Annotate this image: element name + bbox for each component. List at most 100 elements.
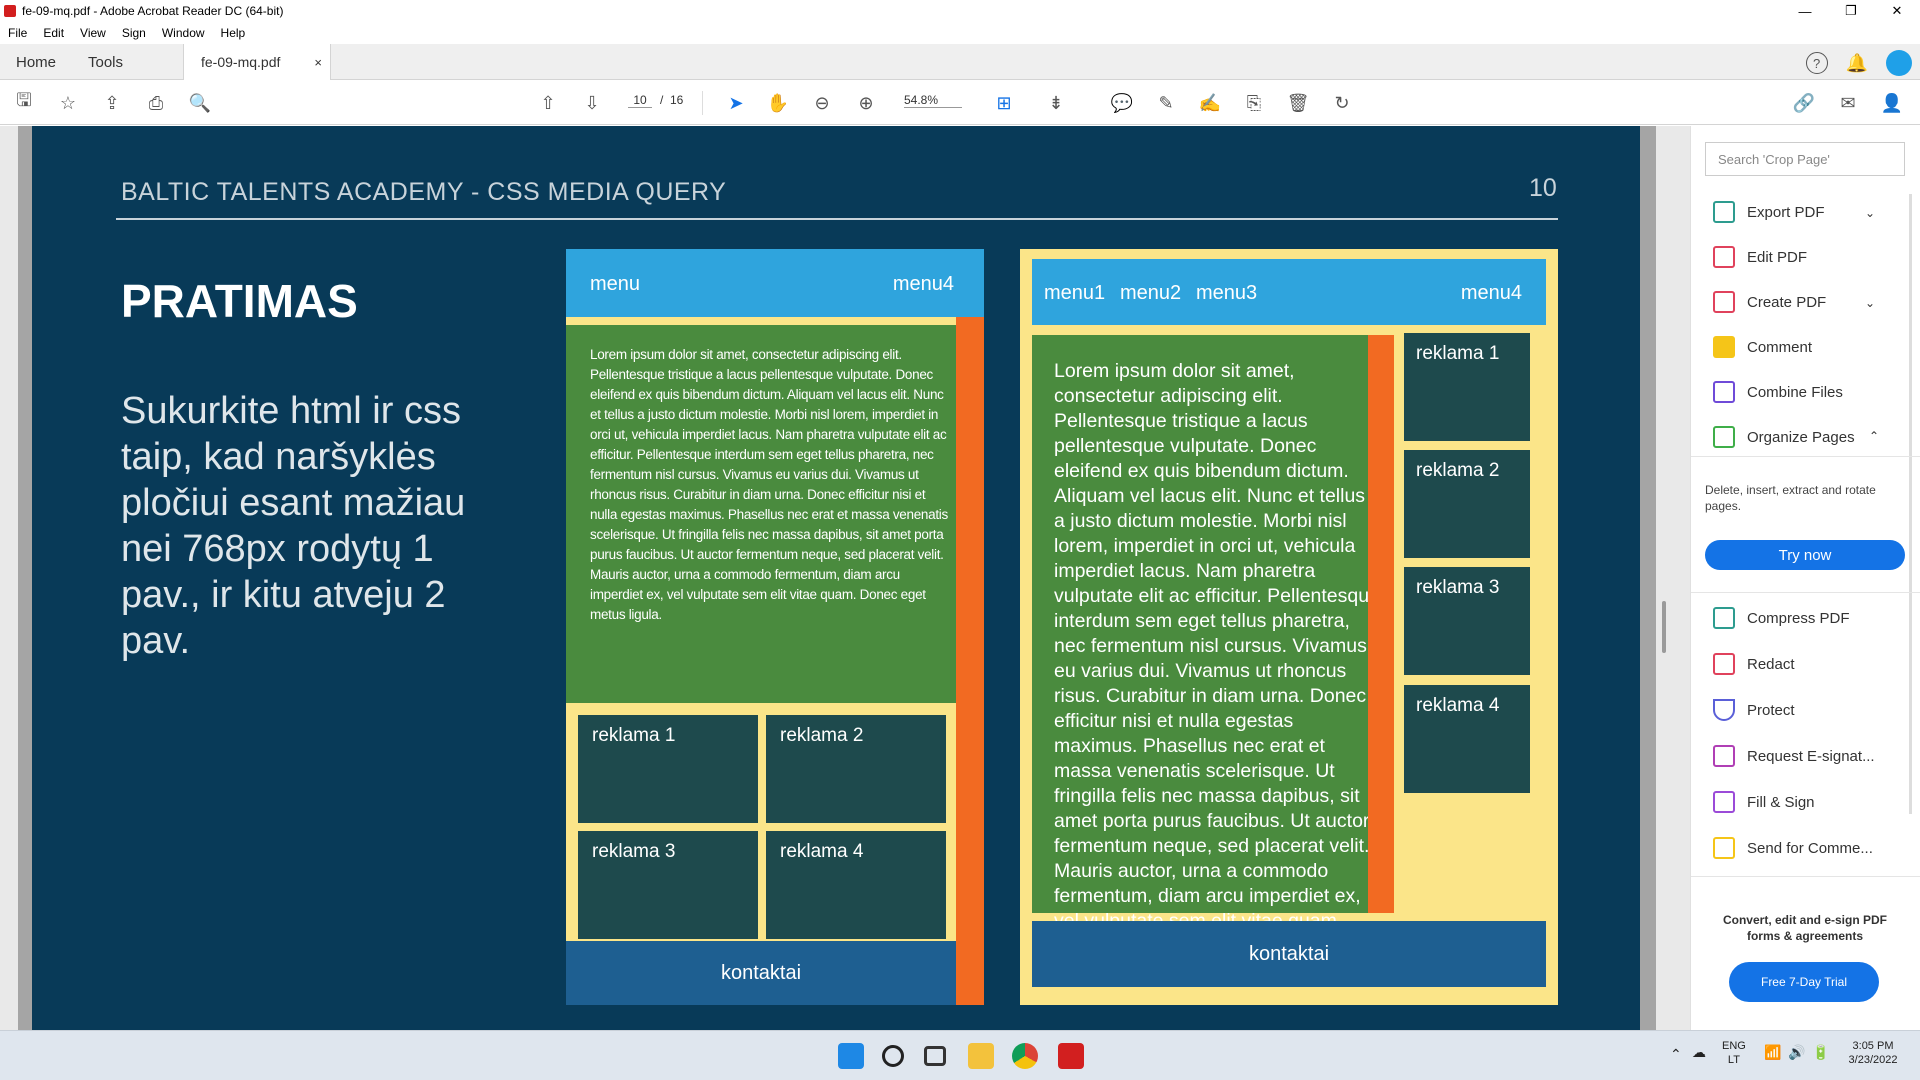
zoom-out-icon[interactable]: ⊖ (808, 89, 836, 117)
menu-view[interactable]: View (72, 26, 114, 40)
window-title: fe-09-mq.pdf - Adobe Acrobat Reader DC (… (22, 4, 284, 18)
highlight-pen-icon[interactable]: ✎ (1152, 89, 1180, 117)
menu-edit[interactable]: Edit (35, 26, 72, 40)
edit-pdf-icon (1713, 246, 1735, 268)
search-icon[interactable] (882, 1045, 904, 1067)
page-up-icon[interactable]: ⇧ (534, 89, 562, 117)
right-panel-toggle[interactable] (1656, 126, 1690, 1030)
tool-create-pdf[interactable]: Create PDF (1713, 288, 1826, 316)
volume-icon[interactable]: 🔊 (1788, 1045, 1805, 1059)
tool-export-pdf[interactable]: Export PDF (1713, 198, 1825, 226)
combine-files-icon (1713, 381, 1735, 403)
clock-date: 3/23/2022 (1848, 1054, 1898, 1066)
print-icon[interactable]: ⎙ (142, 89, 170, 117)
select-cursor-icon[interactable]: ➤ (722, 89, 750, 117)
clock[interactable]: 3:05 PM 3/23/2022 (1840, 1039, 1906, 1067)
fill-sign-icon (1713, 791, 1735, 813)
tool-organize-pages-label: Organize Pages (1747, 428, 1855, 446)
fit-page-icon[interactable]: ⊞ (990, 89, 1018, 117)
scroll-mode-icon[interactable]: ⇟ (1042, 89, 1070, 117)
save-icon[interactable]: 🖫 (10, 89, 38, 117)
try-now-button[interactable]: Try now (1705, 540, 1905, 570)
tool-comment[interactable]: Comment (1713, 333, 1812, 361)
tool-combine-files[interactable]: Combine Files (1713, 378, 1843, 406)
delete-icon[interactable]: 🗑 (1284, 89, 1312, 117)
wifi-icon[interactable]: 📶 (1764, 1045, 1781, 1059)
fig2-ad-3: reklama 3 (1404, 567, 1530, 675)
menu-file[interactable]: File (0, 26, 35, 40)
tools-search-input[interactable]: Search 'Crop Page' (1705, 142, 1905, 176)
tool-combine-files-label: Combine Files (1747, 383, 1843, 401)
tool-redact-label: Redact (1747, 655, 1795, 673)
task-view-icon[interactable] (924, 1046, 946, 1066)
tools-side-panel: Search 'Crop Page' Export PDF ⌄ Edit PDF… (1690, 126, 1920, 1030)
menu-help[interactable]: Help (213, 26, 254, 40)
tab-document[interactable]: fe-09-mq.pdf × (183, 44, 331, 80)
left-panel-toggle[interactable] (0, 126, 18, 1030)
keyboard-layout: LT (1727, 1054, 1740, 1066)
title-divider (116, 218, 1558, 220)
hand-tool-icon[interactable]: ✋ (764, 89, 792, 117)
zoom-level-select[interactable]: 54.8% (904, 93, 962, 108)
bookmark-star-icon[interactable]: ☆ (54, 89, 82, 117)
tab-tools[interactable]: Tools (88, 44, 123, 80)
email-icon[interactable]: ✉ (1834, 89, 1862, 117)
zoom-in-icon[interactable]: ⊕ (852, 89, 880, 117)
export-pdf-icon (1713, 201, 1735, 223)
tool-redact[interactable]: Redact (1713, 650, 1795, 678)
panel-divider (1691, 876, 1920, 877)
tool-send-for-comments[interactable]: Send for Comme... (1713, 834, 1873, 862)
clock-time: 3:05 PM (1852, 1040, 1894, 1052)
tool-fill-sign[interactable]: Fill & Sign (1713, 788, 1815, 816)
help-icon[interactable]: ? (1805, 52, 1828, 74)
maximize-icon[interactable]: ❐ (1828, 0, 1874, 22)
chevron-up-icon[interactable]: ⌃ (1670, 1047, 1682, 1061)
close-window-icon[interactable]: ✕ (1874, 0, 1920, 22)
battery-icon[interactable]: 🔋 (1812, 1045, 1829, 1059)
onedrive-cloud-icon[interactable]: ☁ (1692, 1045, 1706, 1059)
chevron-up-icon[interactable]: ⌃ (1869, 429, 1879, 443)
tool-edit-pdf[interactable]: Edit PDF (1713, 243, 1807, 271)
free-trial-button[interactable]: Free 7-Day Trial (1729, 962, 1879, 1002)
figure-1-mobile-layout: menu menu4 Lorem ipsum dolor sit amet, c… (566, 249, 984, 1005)
slide-number: 10 (1529, 174, 1557, 202)
document-viewer[interactable]: BALTIC TALENTS ACADEMY - CSS MEDIA QUERY… (0, 126, 1690, 1030)
sign-icon[interactable]: ✍ (1196, 89, 1224, 117)
menu-sign[interactable]: Sign (114, 26, 154, 40)
tool-compress-pdf[interactable]: Compress PDF (1713, 604, 1850, 632)
acrobat-taskbar-icon[interactable] (1058, 1043, 1084, 1069)
chevron-down-icon[interactable]: ⌄ (1865, 296, 1875, 310)
figure-2-desktop-layout: menu1 menu2 menu3 menu4 Lorem ipsum dolo… (1020, 249, 1558, 1005)
page-number-input[interactable]: 10 (628, 93, 652, 108)
find-zoom-icon[interactable]: 🔍 (186, 89, 214, 117)
fig1-footer: kontaktai (566, 941, 956, 1005)
avatar[interactable] (1886, 50, 1912, 76)
file-explorer-icon[interactable] (968, 1043, 994, 1069)
stamp-icon[interactable]: ⎘ (1240, 89, 1268, 117)
tab-home[interactable]: Home (16, 44, 56, 80)
close-tab-icon[interactable]: × (314, 55, 322, 70)
comment-icon[interactable]: 💬 (1108, 89, 1136, 117)
viewer-scrollbar[interactable] (1662, 601, 1666, 653)
tabbar-right-icons: ? 🔔 (1805, 50, 1912, 76)
chrome-icon[interactable] (1012, 1043, 1038, 1069)
upload-cloud-icon[interactable]: ⇪ (98, 89, 126, 117)
notification-bell-icon[interactable]: 🔔 (1846, 53, 1868, 74)
side-panel-scrollbar[interactable] (1909, 194, 1912, 814)
rotate-icon[interactable]: ↻ (1328, 89, 1356, 117)
menu-window[interactable]: Window (154, 26, 213, 40)
minimize-icon[interactable]: — (1782, 0, 1828, 22)
tool-protect[interactable]: Protect (1713, 696, 1795, 724)
account-search-icon[interactable]: 👤 (1878, 89, 1906, 117)
share-link-icon[interactable]: 🔗 (1790, 89, 1818, 117)
tool-request-esignature[interactable]: Request E-signat... (1713, 742, 1875, 770)
language-indicator[interactable]: ENG LT (1722, 1039, 1746, 1067)
pdf-page: BALTIC TALENTS ACADEMY - CSS MEDIA QUERY… (32, 126, 1640, 1030)
tool-request-esignature-label: Request E-signat... (1747, 747, 1875, 765)
chevron-down-icon[interactable]: ⌄ (1865, 206, 1875, 220)
windows-start-icon[interactable] (838, 1043, 864, 1069)
page-down-icon[interactable]: ⇩ (578, 89, 606, 117)
redact-icon (1713, 653, 1735, 675)
tool-organize-pages[interactable]: Organize Pages (1713, 423, 1855, 451)
tool-export-pdf-label: Export PDF (1747, 203, 1825, 221)
